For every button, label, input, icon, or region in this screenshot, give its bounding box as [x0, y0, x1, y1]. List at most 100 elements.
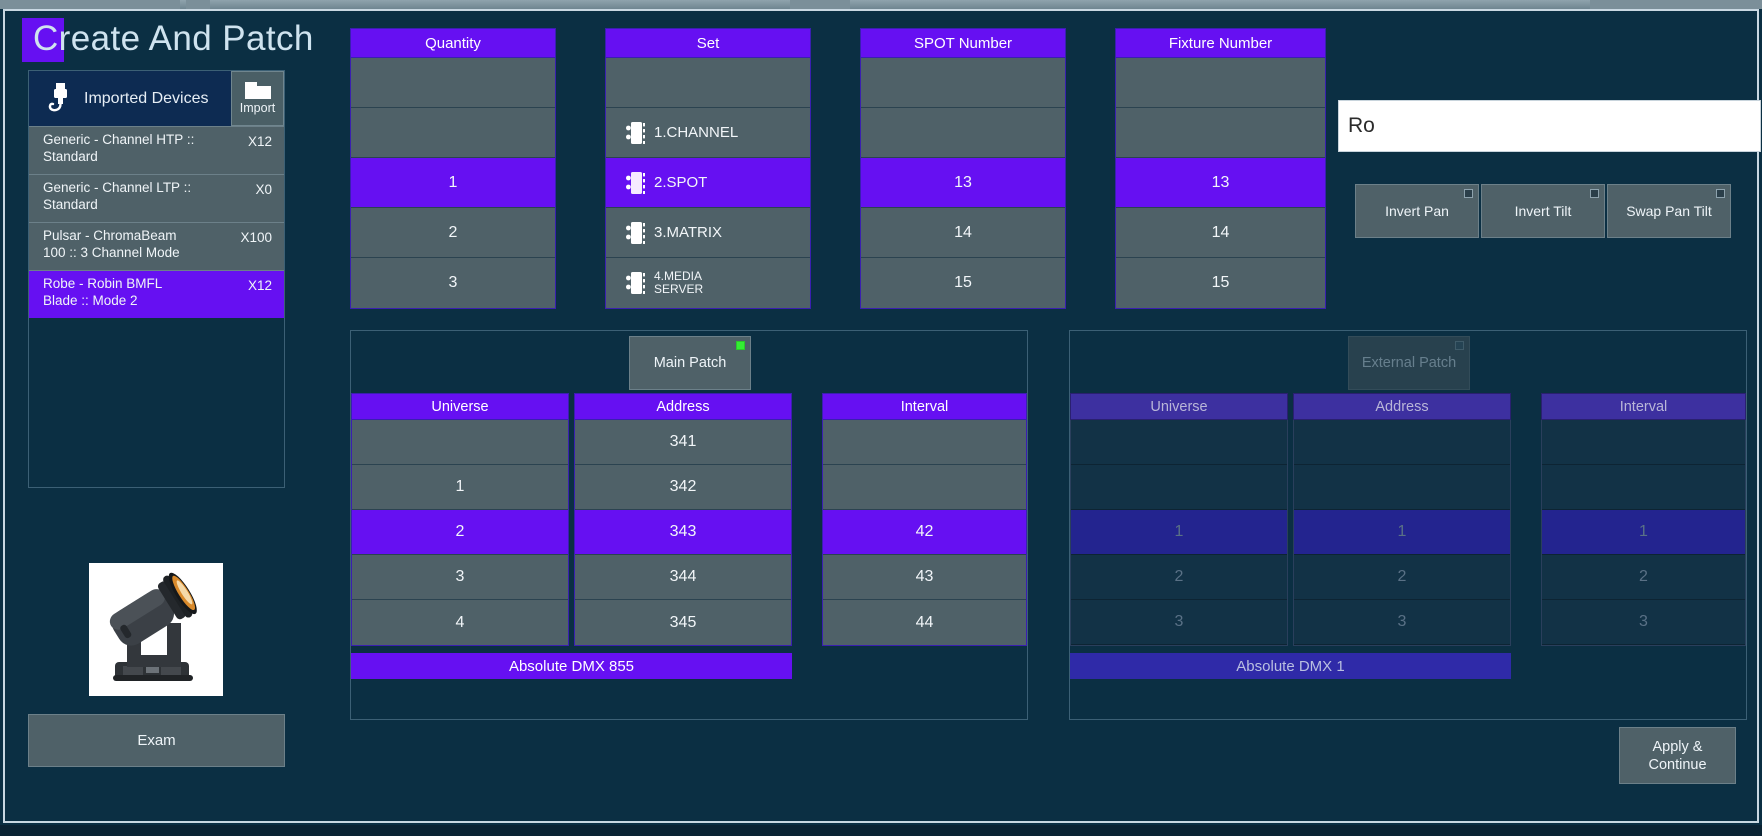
main-interval-column: Interval 42 43 44 — [822, 393, 1027, 646]
fixture-number-list: 13 14 15 — [1115, 58, 1326, 309]
exam-button[interactable]: Exam — [28, 714, 285, 767]
set-column: Set 1.CHANNEL 2.SPOT 3.MATRIX 4.MEDIA SE… — [605, 28, 811, 309]
set-item-selected[interactable]: 2.SPOT — [606, 158, 810, 208]
external-address-item[interactable] — [1294, 465, 1510, 510]
device-name: Pulsar - ChromaBeam 100 :: 3 Channel Mod… — [43, 228, 180, 260]
set-item[interactable]: 4.MEDIA SERVER — [606, 258, 810, 308]
external-universe-item[interactable]: 3 — [1071, 600, 1287, 645]
spot-number-item-selected[interactable]: 13 — [861, 158, 1065, 208]
imported-devices-panel: Imported Devices Import Generic - Channe… — [28, 70, 285, 488]
main-address-item[interactable]: 341 — [575, 420, 791, 465]
fixture-number-item[interactable] — [1116, 58, 1325, 108]
device-name: Generic - Channel LTP :: Standard — [43, 180, 192, 212]
invert-tilt-toggle[interactable]: Invert Tilt — [1481, 184, 1605, 238]
page-title-area: Create And Patch — [22, 16, 314, 62]
device-list-item[interactable]: Pulsar - ChromaBeam 100 :: 3 Channel Mod… — [29, 222, 284, 270]
device-list-item[interactable]: Generic - Channel LTP :: Standard X0 — [29, 174, 284, 222]
device-count: X12 — [247, 134, 272, 149]
external-patch-tab[interactable]: External Patch — [1348, 336, 1470, 390]
external-universe-list: 1 2 3 — [1070, 420, 1288, 646]
quantity-item[interactable] — [351, 58, 555, 108]
swap-pan-tilt-toggle[interactable]: Swap Pan Tilt — [1607, 184, 1731, 238]
device-name: Generic - Channel HTP :: Standard — [43, 132, 195, 164]
main-universe-item[interactable]: 3 — [352, 555, 568, 600]
imported-devices-label: Imported Devices — [84, 89, 209, 107]
external-universe-item[interactable] — [1071, 420, 1287, 465]
invert-pan-label: Invert Pan — [1385, 203, 1449, 219]
apply-and-continue-button[interactable]: Apply & Continue — [1619, 727, 1736, 784]
external-universe-item[interactable]: 2 — [1071, 555, 1287, 600]
device-count: X12 — [247, 278, 272, 293]
external-interval-item[interactable]: 3 — [1542, 600, 1745, 645]
set-header: Set — [605, 28, 811, 58]
main-universe-item[interactable] — [352, 420, 568, 465]
quantity-item-selected[interactable]: 1 — [351, 158, 555, 208]
spot-number-item[interactable] — [861, 58, 1065, 108]
device-list-item-selected[interactable]: Robe - Robin BMFL Blade :: Mode 2 X12 — [29, 270, 284, 318]
fixture-name-value: Ro — [1348, 114, 1375, 137]
main-interval-list: 42 43 44 — [822, 420, 1027, 646]
fixture-number-column: Fixture Number 13 14 15 — [1115, 28, 1326, 309]
main-patch-group: Main Patch Universe 1 2 3 4 Address 341 … — [350, 330, 1028, 720]
main-address-item[interactable]: 344 — [575, 555, 791, 600]
spot-number-list: 13 14 15 — [860, 58, 1066, 309]
import-button-label: Import — [239, 101, 276, 115]
external-interval-item-selected[interactable]: 1 — [1542, 510, 1745, 555]
main-address-item-selected[interactable]: 343 — [575, 510, 791, 555]
external-interval-item[interactable]: 2 — [1542, 555, 1745, 600]
fixture-number-header: Fixture Number — [1115, 28, 1326, 58]
external-interval-item[interactable] — [1542, 465, 1745, 510]
quantity-item[interactable] — [351, 108, 555, 158]
main-patch-tab[interactable]: Main Patch — [629, 336, 751, 390]
spot-number-item[interactable] — [861, 108, 1065, 158]
main-interval-item[interactable]: 44 — [823, 600, 1026, 645]
main-interval-item[interactable] — [823, 465, 1026, 510]
quantity-item[interactable]: 3 — [351, 258, 555, 308]
external-absolute-dmx-label: Absolute DMX 1 — [1236, 657, 1345, 675]
main-universe-item-selected[interactable]: 2 — [352, 510, 568, 555]
external-universe-item[interactable] — [1071, 465, 1287, 510]
external-address-item[interactable]: 3 — [1294, 600, 1510, 645]
main-address-item[interactable]: 345 — [575, 600, 791, 645]
quantity-column: Quantity 1 2 3 — [350, 28, 556, 309]
external-address-item[interactable] — [1294, 420, 1510, 465]
fixture-name-input[interactable]: Ro — [1338, 100, 1761, 152]
set-item[interactable]: 1.CHANNEL — [606, 108, 810, 158]
external-universe-item-selected[interactable]: 1 — [1071, 510, 1287, 555]
spot-number-column: SPOT Number 13 14 15 — [860, 28, 1066, 309]
bottom-taskbar-strip — [0, 825, 1762, 836]
import-button[interactable]: Import — [231, 71, 284, 126]
main-address-item[interactable]: 342 — [575, 465, 791, 510]
main-address-list: 341 342 343 344 345 — [574, 420, 792, 646]
main-interval-item-selected[interactable]: 42 — [823, 510, 1026, 555]
fixture-preview-image — [89, 563, 223, 696]
main-universe-item[interactable]: 1 — [352, 465, 568, 510]
external-interval-column: Interval 1 2 3 — [1541, 393, 1746, 646]
quantity-item[interactable]: 2 — [351, 208, 555, 258]
set-header-label: Set — [696, 34, 720, 52]
quantity-list: 1 2 3 — [350, 58, 556, 309]
fixture-number-item[interactable] — [1116, 108, 1325, 158]
app-root: Create And Patch Imported Devices Import — [0, 0, 1762, 836]
external-address-item[interactable]: 2 — [1294, 555, 1510, 600]
external-universe-column: Universe 1 2 3 — [1070, 393, 1288, 646]
quantity-header-label: Quantity — [425, 34, 481, 52]
external-interval-item[interactable] — [1542, 420, 1745, 465]
spot-number-item[interactable]: 14 — [861, 208, 1065, 258]
plug-icon — [48, 82, 67, 111]
apply-and-continue-label: Apply & Continue — [1648, 738, 1707, 773]
device-count: X100 — [240, 230, 272, 245]
main-universe-item[interactable]: 4 — [352, 600, 568, 645]
main-interval-item[interactable] — [823, 420, 1026, 465]
main-interval-item[interactable]: 43 — [823, 555, 1026, 600]
fixture-number-item-selected[interactable]: 13 — [1116, 158, 1325, 208]
spot-number-item[interactable]: 15 — [861, 258, 1065, 308]
page-icon — [626, 272, 645, 294]
set-item[interactable]: 3.MATRIX — [606, 208, 810, 258]
invert-pan-toggle[interactable]: Invert Pan — [1355, 184, 1479, 238]
fixture-number-item[interactable]: 15 — [1116, 258, 1325, 308]
fixture-number-item[interactable]: 14 — [1116, 208, 1325, 258]
device-list-item[interactable]: Generic - Channel HTP :: Standard X12 — [29, 126, 284, 174]
set-item[interactable] — [606, 58, 810, 108]
external-address-item-selected[interactable]: 1 — [1294, 510, 1510, 555]
